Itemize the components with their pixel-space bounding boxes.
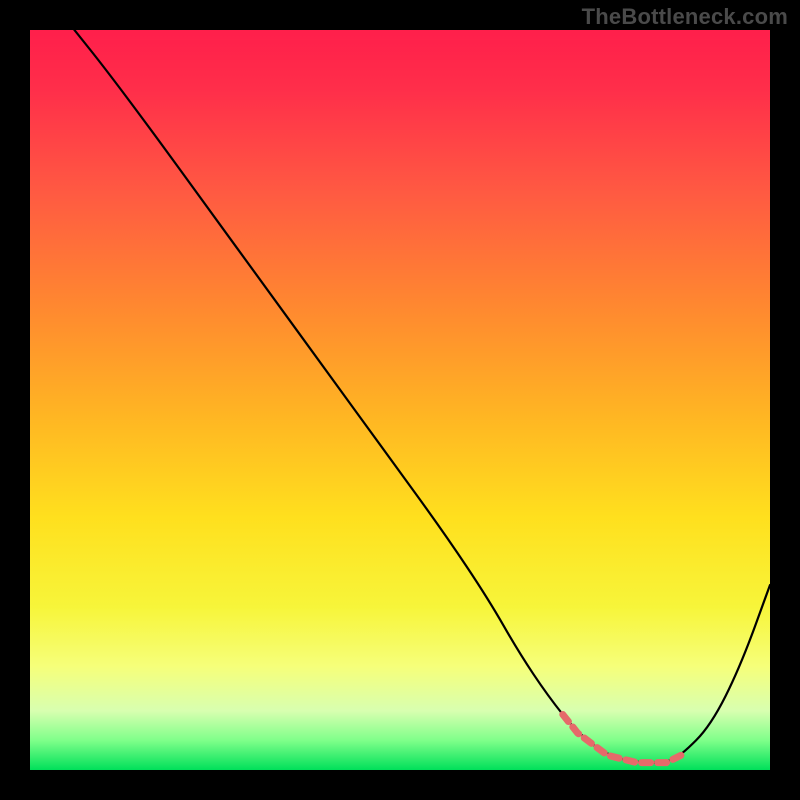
- bottleneck-curve: [30, 30, 770, 770]
- chart-frame: TheBottleneck.com: [0, 0, 800, 800]
- curve-highlight: [563, 715, 681, 763]
- watermark-text: TheBottleneck.com: [582, 4, 788, 30]
- curve-path: [74, 30, 770, 763]
- plot-area: [30, 30, 770, 770]
